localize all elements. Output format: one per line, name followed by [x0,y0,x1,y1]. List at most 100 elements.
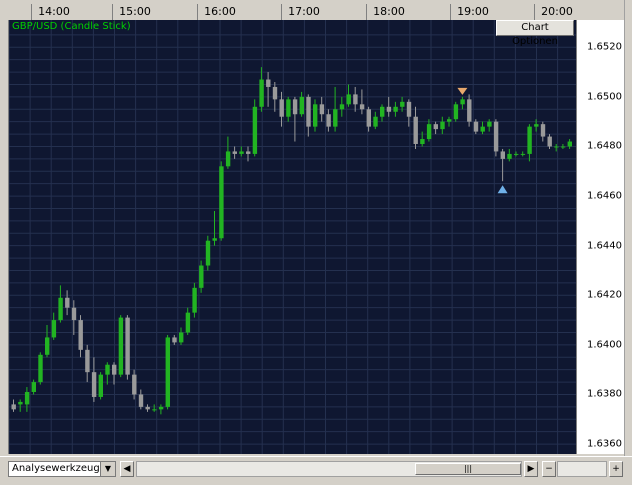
candle [272,82,278,112]
candle [292,96,298,142]
time-tick [281,4,282,20]
candle [125,315,130,380]
chevron-down-icon[interactable]: ▼ [100,462,115,476]
analysis-tool-dropdown[interactable]: Analysewerkzeug ▼ [8,461,116,477]
buy-signal-marker [497,185,508,194]
candle [112,362,117,385]
candle [353,86,358,112]
price-label: 1.6460 [587,190,622,202]
zoom-in-button[interactable]: + [609,461,623,477]
candle [534,119,539,132]
candle [145,404,150,412]
candle [373,111,378,130]
candle [480,121,485,135]
time-label: 19:00 [457,5,489,18]
time-label: 16:00 [204,5,236,18]
candle [24,387,30,412]
candle [413,106,418,149]
candle [453,101,459,122]
scrollbar-thumb[interactable]: ||| [415,463,521,475]
candle [326,109,331,132]
candle [98,372,103,400]
candle [313,99,318,132]
time-label: 17:00 [288,5,320,18]
candle [359,89,365,115]
time-tick [197,4,198,20]
candle [527,124,532,162]
candle [172,334,177,345]
scroll-left-button[interactable]: ◀ [120,461,134,477]
candle [179,327,184,345]
candle [386,96,392,117]
candle [232,146,237,159]
candle [500,148,505,182]
candle [11,399,16,412]
time-scrollbar[interactable]: ||| [136,461,522,477]
bottom-toolbar: Analysewerkzeug ▼ ◀ ||| ▶ − + [0,456,632,485]
price-label: 1.6500 [587,91,622,103]
time-tick [112,4,113,20]
candle [299,91,304,117]
zoom-slider[interactable] [557,461,607,477]
candle [540,121,546,142]
candlestick-chart [9,20,577,454]
time-label: 20:00 [541,5,573,18]
instrument-label: GBP/USD (Candle Stick) [12,21,131,32]
candle [45,325,50,358]
candle [406,99,412,127]
candle [138,389,144,410]
candle [440,116,445,135]
time-axis: 14:00 15:00 16:00 17:00 18:00 19:00 20:00 [8,4,576,21]
time-label: 15:00 [119,5,151,18]
zoom-out-button[interactable]: − [542,461,556,477]
candle [91,357,97,402]
candle [560,144,566,149]
chart-options-button[interactable]: Chart Optionen [496,20,574,47]
candle [65,290,70,316]
candles [11,67,572,415]
candle [158,404,164,415]
candle [393,101,398,117]
candle [286,96,291,122]
candle [380,104,385,122]
candle [514,151,519,157]
candle [493,119,499,157]
candle [319,96,325,122]
candle [266,72,271,107]
candle [306,94,311,137]
candle [38,352,43,385]
candle [259,67,264,112]
chart-plot-area[interactable]: GBP/USD (Candle Stick) [8,20,577,454]
candle [487,119,492,132]
candle [346,84,351,107]
candle [520,151,526,157]
candle [58,285,63,323]
time-tick [31,4,32,20]
candle [199,260,204,293]
candle [85,344,90,383]
candle [118,315,124,378]
candle [185,307,191,335]
candle [18,399,23,412]
scroll-right-button[interactable]: ▶ [524,461,538,477]
candle [447,116,452,127]
price-label: 1.6400 [587,339,622,351]
candle [152,404,157,412]
candle [51,312,57,340]
candle [433,121,438,135]
candle [333,86,338,132]
candle [239,146,244,157]
candle [192,282,197,318]
chart-window: 14:00 15:00 16:00 17:00 18:00 19:00 20:00 GBP/… [0,0,632,485]
sell-signal-marker [457,87,468,95]
candle [460,96,465,110]
candle [225,136,231,169]
candle [78,315,83,358]
time-label: 18:00 [373,5,405,18]
time-tick [366,4,367,20]
price-label: 1.6360 [587,438,622,450]
candle [339,96,345,117]
candle [252,99,258,157]
time-label: 14:00 [38,5,70,18]
candle [105,362,110,385]
